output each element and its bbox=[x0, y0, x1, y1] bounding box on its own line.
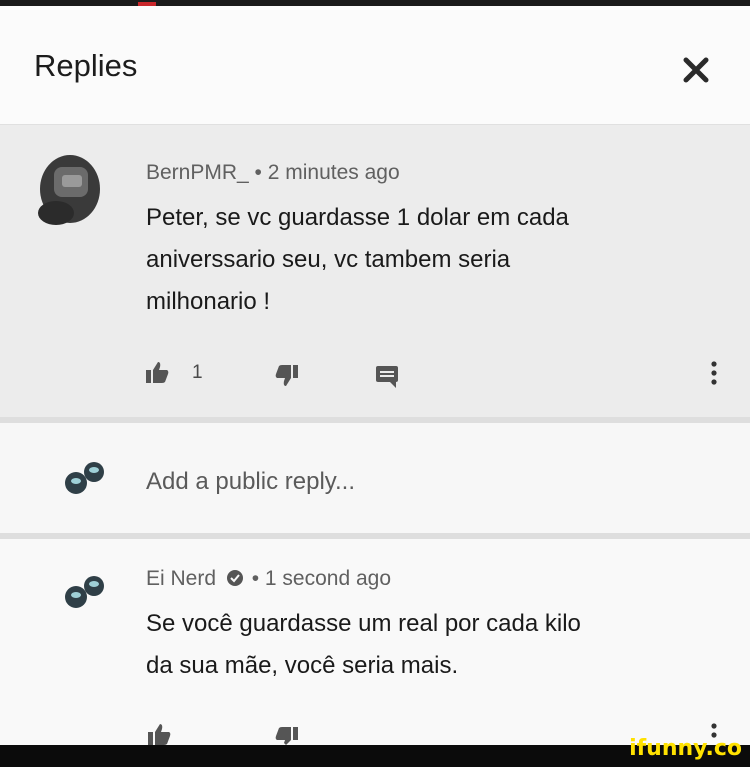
avatar[interactable] bbox=[32, 153, 106, 233]
reply-input[interactable]: Add a public reply... bbox=[146, 468, 355, 496]
verified-check-icon bbox=[226, 569, 244, 593]
reply-line: Se você guardasse um real por cada kilo bbox=[146, 610, 581, 637]
reply-time: • 1 second ago bbox=[251, 567, 392, 590]
reply-text: Se você guardasse um real por cada kilo … bbox=[146, 603, 581, 687]
page-title: Replies bbox=[34, 48, 138, 83]
avatar[interactable] bbox=[64, 573, 106, 616]
thumbs-down-icon[interactable] bbox=[274, 363, 300, 394]
like-count: 1 bbox=[192, 362, 203, 383]
reply-author[interactable]: Ei Nerd bbox=[146, 567, 216, 590]
reply-comment: Ei Nerd • 1 second ago Se você guardasse… bbox=[0, 539, 750, 745]
footer-bar: ifunny.co bbox=[0, 736, 750, 767]
reply-icon[interactable] bbox=[374, 363, 400, 394]
comment-text: Peter, se vc guardasse 1 dolar em cada a… bbox=[146, 197, 569, 323]
more-icon[interactable] bbox=[708, 359, 720, 394]
thumbs-up-icon[interactable] bbox=[144, 359, 170, 390]
reply-line: da sua mãe, você seria mais. bbox=[146, 652, 459, 679]
comment-meta: BernPMR_ • 2 minutes ago bbox=[146, 161, 400, 185]
brand-watermark: ifunny.co bbox=[629, 736, 742, 761]
user-avatar-icon bbox=[64, 459, 106, 502]
comment-line: milhonario ! bbox=[146, 288, 271, 315]
close-icon[interactable] bbox=[676, 50, 716, 90]
comment-line: Peter, se vc guardasse 1 dolar em cada bbox=[146, 204, 569, 231]
comment-time: • 2 minutes ago bbox=[254, 161, 400, 184]
comment-line: aniverssario seu, vc tambem seria bbox=[146, 246, 511, 273]
comment: BernPMR_ • 2 minutes ago Peter, se vc gu… bbox=[0, 125, 750, 417]
replies-header: Replies bbox=[0, 6, 750, 125]
reply-meta: Ei Nerd • 1 second ago bbox=[146, 567, 391, 593]
comment-author[interactable]: BernPMR_ bbox=[146, 161, 249, 184]
reply-box[interactable]: Add a public reply... bbox=[0, 423, 750, 533]
